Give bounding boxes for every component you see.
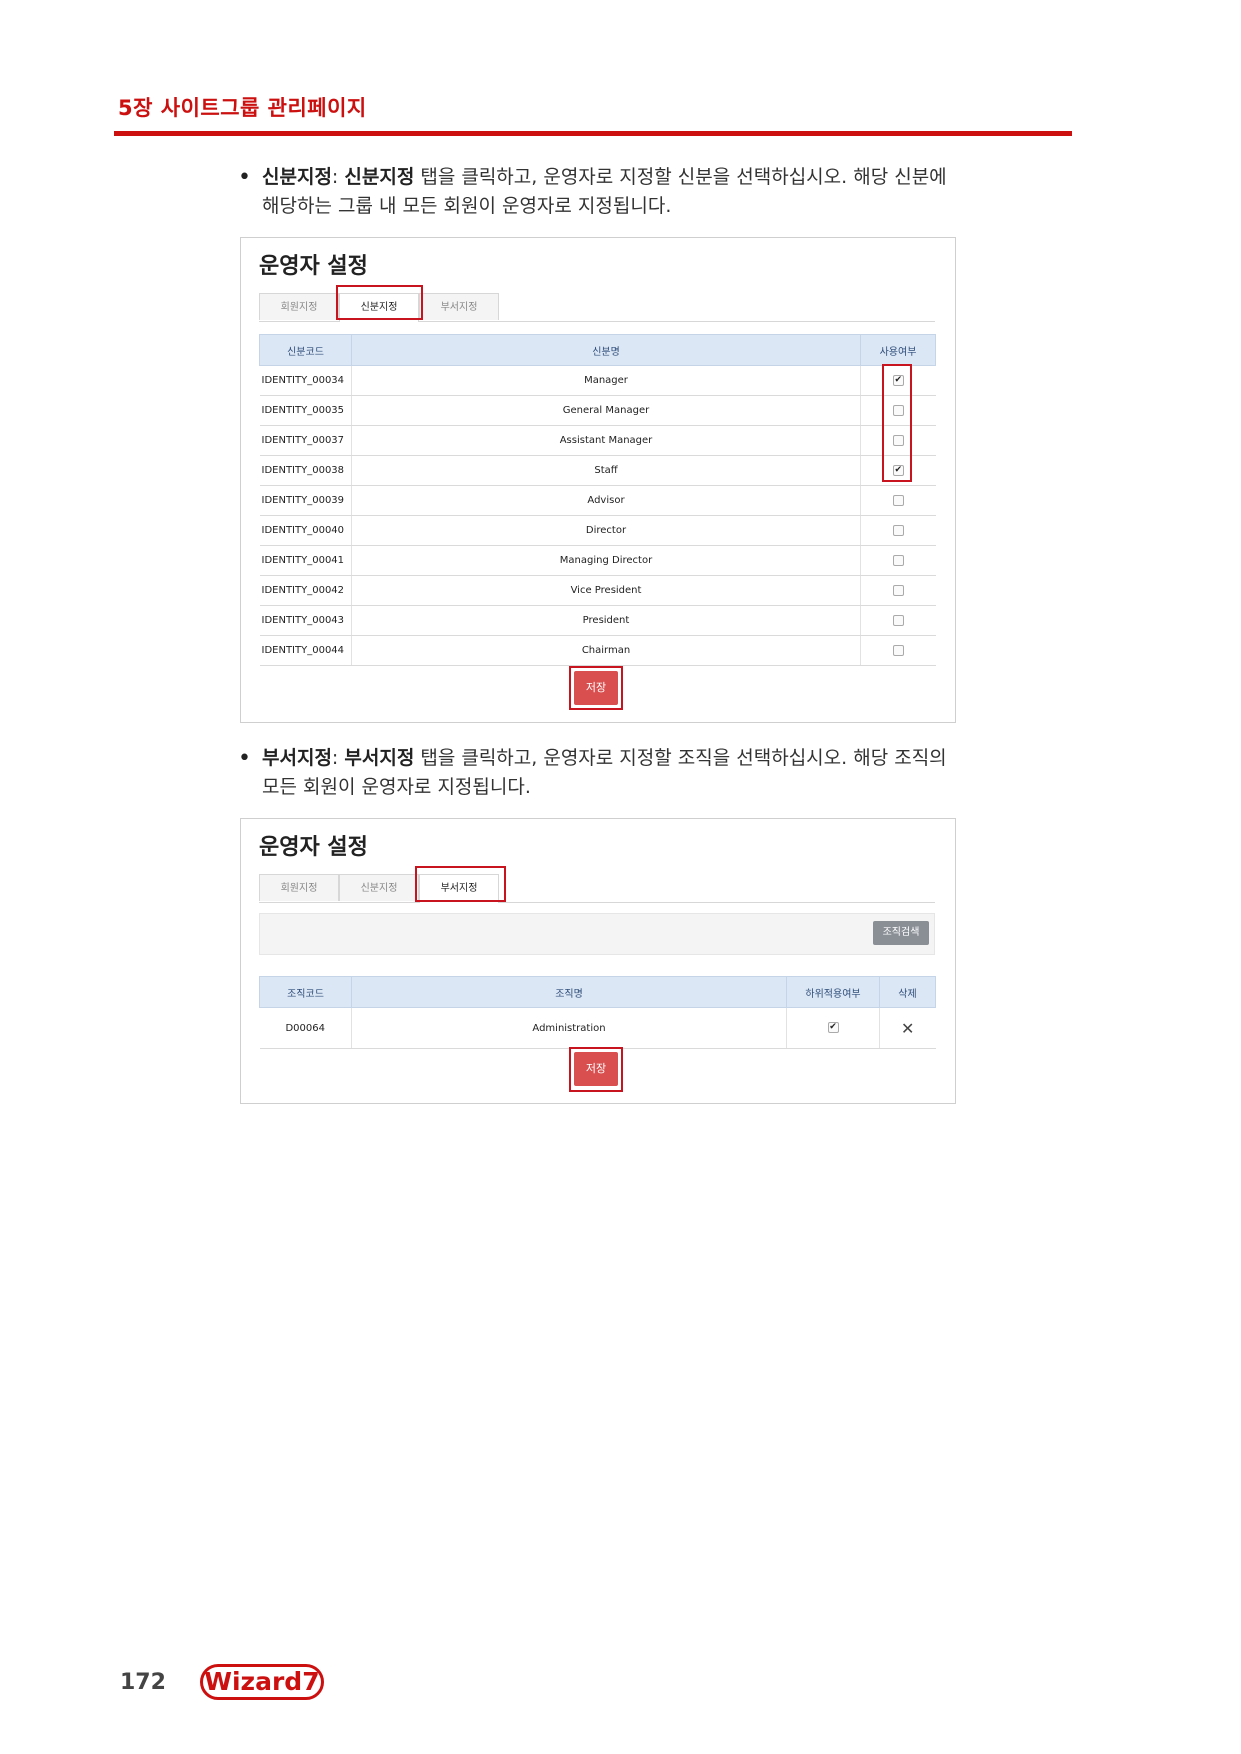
table-row: D00064 Administration ✔ ✕ xyxy=(259,1007,936,1049)
identity-code: IDENTITY_00035 xyxy=(259,395,352,426)
tab-member[interactable]: 회원지정 xyxy=(259,874,339,901)
highlight-box xyxy=(882,364,912,482)
tab-identity[interactable]: 신분지정 xyxy=(339,874,419,901)
use-checkbox[interactable] xyxy=(892,614,904,626)
identity-name: Assistant Manager xyxy=(351,425,861,456)
chapter-title: 5장 사이트그룹 관리페이지 xyxy=(118,96,367,120)
table-row: IDENTITY_00042 Vice President xyxy=(259,575,936,606)
identity-name: Managing Director xyxy=(351,545,861,576)
colon: : xyxy=(331,747,345,769)
tab-department[interactable]: 부서지정 xyxy=(419,293,499,320)
organization-search-button[interactable]: 조직검색 xyxy=(873,921,929,945)
tab-member[interactable]: 회원지정 xyxy=(259,293,339,320)
identity-name: Vice President xyxy=(351,575,861,606)
use-checkbox[interactable] xyxy=(892,584,904,596)
column-header: 조직코드 xyxy=(259,976,352,1008)
term-bold: 신분지정 xyxy=(344,166,415,188)
identity-name: Staff xyxy=(351,455,861,486)
table-row: IDENTITY_00040 Director xyxy=(259,515,936,546)
organization-name: Administration xyxy=(351,1007,787,1049)
wizard-logo: Wizard7 xyxy=(200,1664,324,1700)
table-row: IDENTITY_00034 Manager ✔ xyxy=(259,365,936,396)
highlight-box xyxy=(336,285,423,320)
header-rule xyxy=(114,131,1072,136)
highlight-box xyxy=(415,866,506,902)
bullet-dot: • xyxy=(238,746,251,771)
identity-code: IDENTITY_00044 xyxy=(259,635,352,666)
tab-bar: 회원지정 신분지정 부서지정 xyxy=(259,874,935,903)
column-header: 조직명 xyxy=(351,976,787,1008)
identity-name: Advisor xyxy=(351,485,861,516)
table-row: IDENTITY_00044 Chairman xyxy=(259,635,936,666)
bullet-dot: • xyxy=(238,165,251,190)
use-checkbox[interactable] xyxy=(892,554,904,566)
table-row: IDENTITY_00041 Managing Director xyxy=(259,545,936,576)
column-header: 사용여부 xyxy=(860,334,936,366)
identity-name: President xyxy=(351,605,861,636)
table-row: IDENTITY_00039 Advisor xyxy=(259,485,936,516)
identity-code: IDENTITY_00043 xyxy=(259,605,352,636)
body-text: 해당하는 그룹 내 모든 회원이 운영자로 지정됩니다. xyxy=(262,195,672,217)
identity-name: Director xyxy=(351,515,861,546)
term-bold: 신분지정 xyxy=(262,166,332,188)
identity-code: IDENTITY_00039 xyxy=(259,485,352,516)
use-checkbox[interactable] xyxy=(892,494,904,506)
table-row: IDENTITY_00037 Assistant Manager xyxy=(259,425,936,456)
term-bold: 부서지정 xyxy=(344,747,415,769)
colon: : xyxy=(331,166,345,188)
delete-icon[interactable]: ✕ xyxy=(901,1019,914,1038)
highlight-box xyxy=(569,1047,623,1092)
identity-code: IDENTITY_00041 xyxy=(259,545,352,576)
identity-name: Chairman xyxy=(351,635,861,666)
operator-settings-panel-1: 운영자 설정 회원지정 신분지정 부서지정 신분코드 신분명 사용여부 IDEN… xyxy=(240,237,956,723)
body-text: 탭을 클릭하고, 운영자로 지정할 신분을 선택하십시오. 해당 신분에 xyxy=(414,166,947,188)
use-checkbox[interactable] xyxy=(892,524,904,536)
column-header: 하위적용여부 xyxy=(786,976,880,1008)
table-row: IDENTITY_00043 President xyxy=(259,605,936,636)
panel-title: 운영자 설정 xyxy=(259,254,368,279)
use-checkbox[interactable] xyxy=(892,644,904,656)
body-text: 탭을 클릭하고, 운영자로 지정할 조직을 선택하십시오. 해당 조직의 xyxy=(414,747,947,769)
organization-code: D00064 xyxy=(259,1007,352,1049)
identity-code: IDENTITY_00038 xyxy=(259,455,352,486)
page-number: 172 xyxy=(120,1670,166,1695)
column-header: 신분코드 xyxy=(259,334,352,366)
table-row: IDENTITY_00038 Staff ✔ xyxy=(259,455,936,486)
identity-code: IDENTITY_00042 xyxy=(259,575,352,606)
organization-table: 조직코드 조직명 하위적용여부 삭제 D00064 Administration… xyxy=(259,976,936,1049)
table-row: IDENTITY_00035 General Manager xyxy=(259,395,936,426)
body-text: 모든 회원이 운영자로 지정됩니다. xyxy=(262,776,531,798)
sub-apply-checkbox[interactable]: ✔ xyxy=(827,1022,839,1034)
column-header: 삭제 xyxy=(879,976,936,1008)
column-header: 신분명 xyxy=(351,334,861,366)
search-bar: 조직검색 xyxy=(259,913,935,955)
identity-table: 신분코드 신분명 사용여부 IDENTITY_00034 Manager ✔ I… xyxy=(259,334,936,666)
identity-code: IDENTITY_00034 xyxy=(259,365,352,396)
identity-code: IDENTITY_00040 xyxy=(259,515,352,546)
identity-name: General Manager xyxy=(351,395,861,426)
identity-code: IDENTITY_00037 xyxy=(259,425,352,456)
term-bold: 부서지정 xyxy=(262,747,332,769)
highlight-box xyxy=(569,666,623,710)
operator-settings-panel-2: 운영자 설정 회원지정 신분지정 부서지정 조직검색 조직코드 조직명 하위적용… xyxy=(240,818,956,1104)
identity-name: Manager xyxy=(351,365,861,396)
panel-title: 운영자 설정 xyxy=(259,835,368,860)
